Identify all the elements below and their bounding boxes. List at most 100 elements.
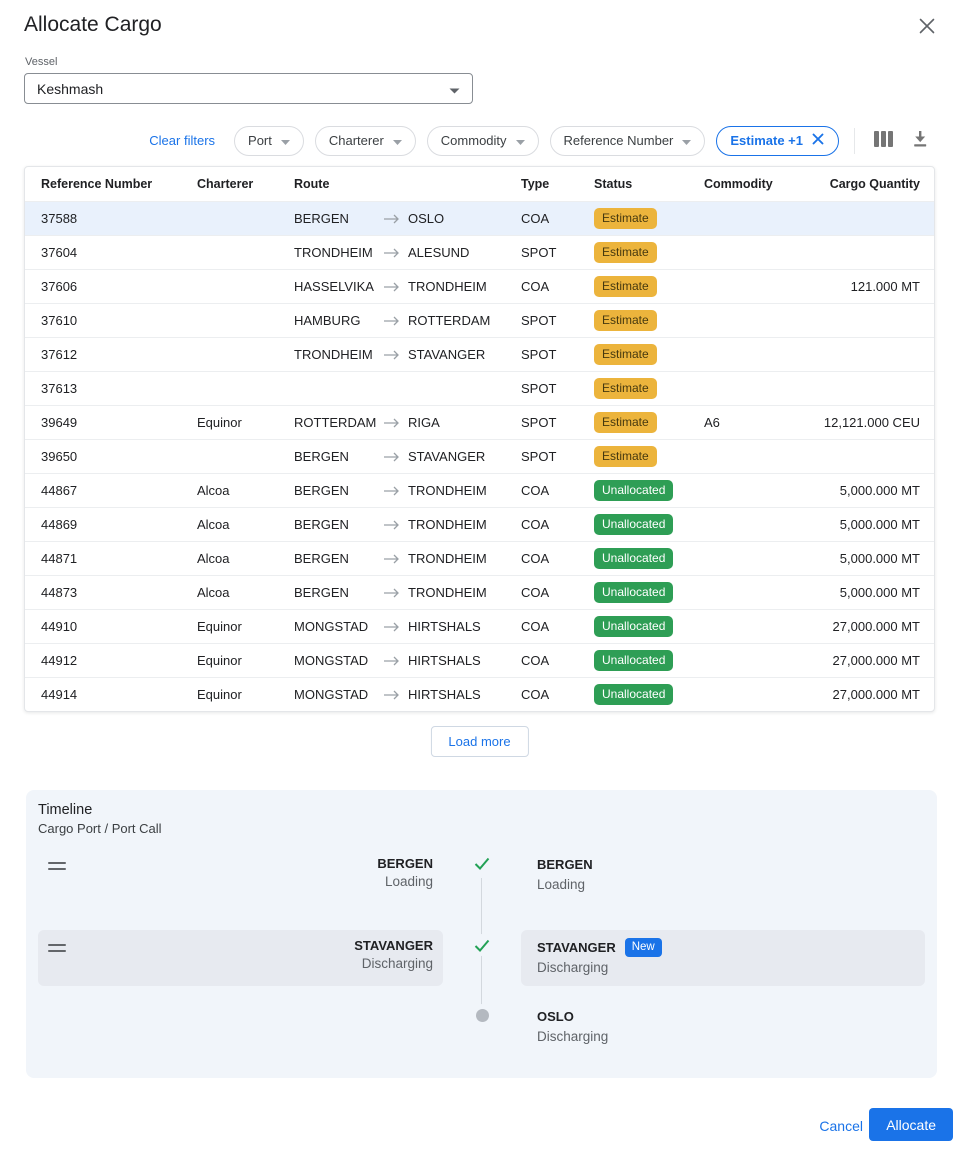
cell-status: Unallocated	[594, 480, 704, 501]
table-row[interactable]: 44867AlcoaBERGENTRONDHEIMCOAUnallocated5…	[25, 473, 934, 507]
vessel-select[interactable]: Keshmash	[24, 73, 473, 104]
columns-button[interactable]	[870, 128, 896, 154]
cell-status: Unallocated	[594, 548, 704, 569]
col-status: Status	[594, 177, 704, 191]
allocate-cargo-dialog: Allocate Cargo Vessel Keshmash Clear fil…	[0, 0, 959, 1149]
cell-charterer: Alcoa	[197, 551, 294, 566]
chevron-down-icon	[449, 81, 460, 97]
cell-status: Unallocated	[594, 514, 704, 535]
table-row[interactable]: 44914EquinorMONGSTADHIRTSHALSCOAUnalloca…	[25, 677, 934, 711]
cell-charterer: Alcoa	[197, 483, 294, 498]
chip-label: Port	[248, 133, 272, 148]
port-call-name: OSLO	[537, 1009, 574, 1024]
cell-status: Estimate	[594, 378, 704, 399]
route-arrow-icon	[383, 554, 408, 564]
cell-reference-number: 44867	[41, 483, 197, 498]
cell-route-origin: BERGEN	[294, 551, 383, 566]
route-arrow-icon	[383, 214, 408, 224]
table-row[interactable]: 44871AlcoaBERGENTRONDHEIMCOAUnallocated5…	[25, 541, 934, 575]
divider	[854, 128, 855, 154]
cell-reference-number: 37604	[41, 245, 197, 260]
cell-route-origin: HASSELVIKA	[294, 279, 383, 294]
cell-status: Estimate	[594, 208, 704, 229]
cell-reference-number: 37613	[41, 381, 197, 396]
close-button[interactable]	[914, 14, 940, 40]
col-charterer: Charterer	[197, 177, 294, 191]
new-badge: New	[625, 938, 662, 957]
table-row[interactable]: 37613 SPOTEstimate	[25, 371, 934, 405]
table-row[interactable]: 37604TRONDHEIMALESUNDSPOTEstimate	[25, 235, 934, 269]
col-route: Route	[294, 177, 383, 191]
status-badge: Estimate	[594, 310, 657, 331]
table-row[interactable]: 37612TRONDHEIMSTAVANGERSPOTEstimate	[25, 337, 934, 371]
cell-reference-number: 39650	[41, 449, 197, 464]
filter-chip-charterer[interactable]: Charterer	[315, 126, 416, 156]
check-icon	[471, 852, 493, 874]
cancel-button[interactable]: Cancel	[809, 1112, 873, 1140]
timeline-cargo-port: STAVANGERDischarging	[38, 930, 443, 986]
cell-type: SPOT	[521, 449, 594, 464]
pending-dot-icon	[471, 1004, 493, 1026]
cell-route-origin: TRONDHEIM	[294, 245, 383, 260]
cell-route-destination: STAVANGER	[408, 347, 521, 362]
clear-filters-link[interactable]: Clear filters	[149, 133, 215, 148]
cell-cargo-quantity: 5,000.000 MT	[796, 483, 920, 498]
cell-reference-number: 37612	[41, 347, 197, 362]
col-type: Type	[521, 177, 594, 191]
drag-handle[interactable]	[48, 944, 66, 953]
table-row[interactable]: 37606HASSELVIKATRONDHEIMCOAEstimate121.0…	[25, 269, 934, 303]
cell-cargo-quantity: 27,000.000 MT	[796, 619, 920, 634]
download-button[interactable]	[907, 128, 933, 154]
col-commodity: Commodity	[704, 177, 796, 191]
cell-type: COA	[521, 517, 594, 532]
cell-cargo-quantity: 27,000.000 MT	[796, 653, 920, 668]
table-row[interactable]: 44912EquinorMONGSTADHIRTSHALSCOAUnalloca…	[25, 643, 934, 677]
cell-route-origin: BERGEN	[294, 585, 383, 600]
port-call-action: Discharging	[537, 1029, 925, 1044]
filter-chip-commodity[interactable]: Commodity	[427, 126, 539, 156]
cell-route-destination: OSLO	[408, 211, 521, 226]
cell-route-destination: STAVANGER	[408, 449, 521, 464]
status-badge: Estimate	[594, 344, 657, 365]
cell-type: SPOT	[521, 381, 594, 396]
cell-commodity: A6	[704, 415, 796, 430]
cell-status: Unallocated	[594, 650, 704, 671]
load-more-button[interactable]: Load more	[430, 726, 528, 757]
table-row[interactable]: 44869AlcoaBERGENTRONDHEIMCOAUnallocated5…	[25, 507, 934, 541]
table-row[interactable]: 39650BERGENSTAVANGERSPOTEstimate	[25, 439, 934, 473]
filter-chip-port[interactable]: Port	[234, 126, 304, 156]
cell-type: COA	[521, 653, 594, 668]
cargo-port-action: Discharging	[38, 956, 433, 971]
timeline-subtitle: Cargo Port / Port Call	[38, 821, 925, 836]
chevron-down-icon	[393, 133, 402, 148]
cell-reference-number: 37610	[41, 313, 197, 328]
status-badge: Unallocated	[594, 514, 673, 535]
filter-chip-reference-number[interactable]: Reference Number	[550, 126, 706, 156]
cell-type: COA	[521, 211, 594, 226]
cell-status: Estimate	[594, 412, 704, 433]
chip-label: Charterer	[329, 133, 384, 148]
cell-type: COA	[521, 585, 594, 600]
status-badge: Estimate	[594, 446, 657, 467]
filter-chip-active-estimate[interactable]: Estimate +1	[716, 126, 839, 156]
table-row[interactable]: 44873AlcoaBERGENTRONDHEIMCOAUnallocated5…	[25, 575, 934, 609]
cell-route-destination: TRONDHEIM	[408, 279, 521, 294]
route-arrow-icon	[383, 622, 408, 632]
cell-cargo-quantity: 5,000.000 MT	[796, 551, 920, 566]
cell-type: SPOT	[521, 347, 594, 362]
check-icon	[471, 934, 493, 956]
cell-route-destination: RIGA	[408, 415, 521, 430]
allocate-button[interactable]: Allocate	[869, 1108, 953, 1141]
table-row[interactable]: 37588BERGENOSLOCOAEstimate	[25, 201, 934, 235]
table-row[interactable]: 44910EquinorMONGSTADHIRTSHALSCOAUnalloca…	[25, 609, 934, 643]
cell-route-destination: TRONDHEIM	[408, 483, 521, 498]
active-chip-label: Estimate +1	[730, 133, 803, 148]
table-row[interactable]: 37610HAMBURGROTTERDAMSPOTEstimate	[25, 303, 934, 337]
table-row[interactable]: 39649EquinorROTTERDAMRIGASPOTEstimateA61…	[25, 405, 934, 439]
cell-route-destination: HIRTSHALS	[408, 653, 521, 668]
port-call-title: BERGEN	[537, 856, 925, 874]
drag-handle[interactable]	[48, 862, 66, 871]
port-call-title: STAVANGERNew	[537, 938, 925, 957]
cell-route-destination: TRONDHEIM	[408, 517, 521, 532]
remove-filter-icon[interactable]	[811, 132, 825, 149]
